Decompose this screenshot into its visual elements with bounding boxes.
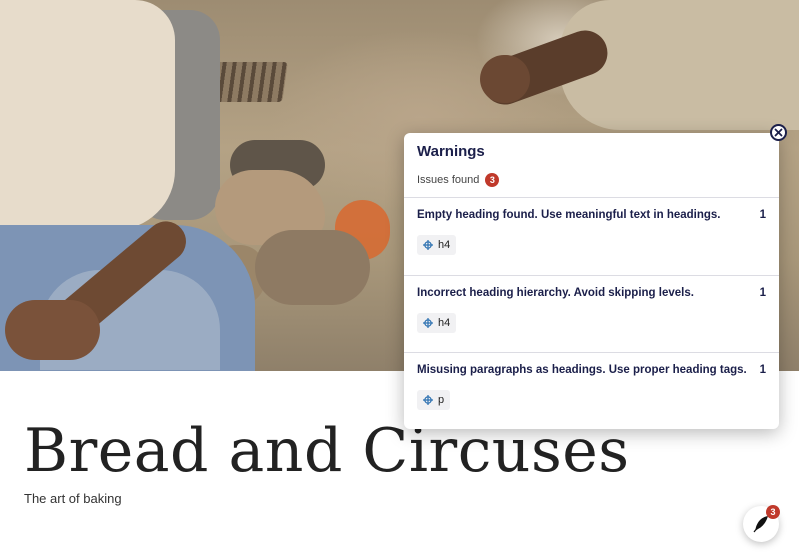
issue-message: Misusing paragraphs as headings. Use pro…	[417, 364, 747, 376]
close-panel-button[interactable]	[770, 124, 787, 141]
element-tag-label: p	[438, 394, 445, 406]
element-locator-button[interactable]: h4	[417, 235, 457, 255]
issue-count: 1	[759, 287, 766, 299]
element-tag-label: h4	[438, 317, 451, 329]
issue-message: Empty heading found. Use meaningful text…	[417, 209, 721, 221]
element-locator-button[interactable]: h4	[417, 313, 457, 333]
issues-count-badge: 3	[485, 173, 500, 187]
hero-person-left-shirt	[0, 0, 175, 230]
warnings-title: Warnings	[417, 143, 485, 160]
crosshair-icon	[423, 395, 433, 405]
issue-item: Incorrect heading hierarchy. Avoid skipp…	[404, 275, 779, 352]
crosshair-icon	[423, 318, 433, 328]
issue-item: Empty heading found. Use meaningful text…	[404, 197, 779, 275]
issues-label: Issues found	[417, 174, 480, 186]
quill-pen-icon	[753, 516, 768, 533]
element-tag-label: h4	[438, 239, 451, 251]
hero-hand	[480, 55, 530, 103]
close-icon	[774, 128, 783, 137]
element-locator-button[interactable]: p	[417, 390, 451, 410]
page-subtitle: The art of baking	[24, 491, 122, 506]
hero-hand	[5, 300, 100, 360]
issue-count: 1	[759, 364, 766, 376]
issue-item: Misusing paragraphs as headings. Use pro…	[404, 352, 779, 429]
hero-rock	[255, 230, 370, 305]
crosshair-icon	[423, 240, 433, 250]
issue-message: Incorrect heading hierarchy. Avoid skipp…	[417, 287, 694, 299]
warnings-panel: Warnings Issues found 3 Empty heading fo…	[404, 133, 779, 429]
notification-badge: 3	[766, 505, 780, 519]
issues-summary: Issues found 3	[417, 173, 500, 187]
issue-count: 1	[759, 209, 766, 221]
